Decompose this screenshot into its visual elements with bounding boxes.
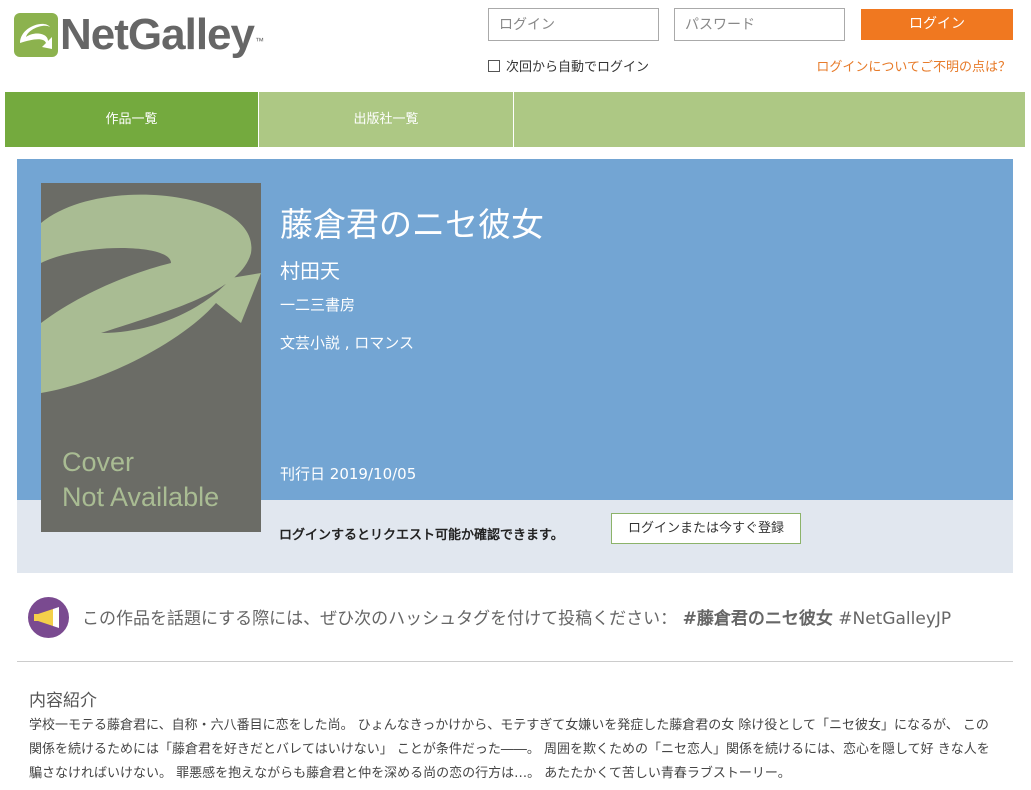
logo-wordmark: NetGalley™ bbox=[60, 10, 264, 59]
login-or-register-button[interactable]: ログインまたは今すぐ登録 bbox=[611, 513, 801, 544]
tab-publishers[interactable]: 出版社一覧 bbox=[259, 92, 514, 147]
date-value: 2019/10/05 bbox=[329, 465, 417, 483]
description-body: 学校一モテる藤倉君に、自称・六八番目に恋をした尚。 ひょんなきっかけから、モテす… bbox=[29, 718, 990, 781]
netgalley-logo[interactable]: NetGalley™ bbox=[14, 10, 264, 60]
description-heading: 内容紹介 bbox=[29, 691, 97, 711]
request-note: ログインするとリクエスト可能か確認できます。 bbox=[279, 528, 564, 543]
checkbox-icon[interactable] bbox=[488, 59, 500, 72]
site-header: NetGalley™ ログイン 次回から自動でログイン ログインについてご不明の… bbox=[0, 0, 1031, 92]
book-cover: Cover Not Available bbox=[41, 183, 261, 532]
date-label: 刊行日 bbox=[280, 465, 326, 483]
megaphone-icon bbox=[28, 597, 69, 638]
username-input[interactable] bbox=[488, 8, 659, 41]
book-publisher[interactable]: 一二三書房 bbox=[280, 294, 355, 315]
login-button[interactable]: ログイン bbox=[861, 9, 1013, 40]
book-genre: 文芸小説 , ロマンス bbox=[280, 334, 415, 352]
main-nav: 作品一覧 出版社一覧 bbox=[5, 92, 1025, 147]
tab-titles[interactable]: 作品一覧 bbox=[5, 92, 259, 147]
netgalley-logo-icon bbox=[14, 13, 58, 57]
hashtag-title: #藤倉君のニセ彼女 bbox=[682, 609, 833, 629]
remember-me-checkbox[interactable]: 次回から自動でログイン bbox=[488, 56, 649, 75]
cover-not-available-text: Cover Not Available bbox=[62, 447, 220, 512]
login-help-link[interactable]: ログインについてご不明の点は？ bbox=[816, 56, 1011, 75]
password-input[interactable] bbox=[674, 8, 845, 41]
hashtag-prompt: この作品を話題にする際には、ぜひ次のハッシュタグを付けて投稿ください： #藤倉君… bbox=[82, 604, 951, 629]
publication-date: 刊行日 2019/10/05 bbox=[280, 463, 416, 484]
section-divider bbox=[17, 661, 1013, 662]
book-title: 藤倉君のニセ彼女 bbox=[280, 205, 544, 244]
hashtag-netgalley: #NetGalleyJP bbox=[838, 609, 952, 629]
hashtag-text: この作品を話題にする際には、ぜひ次のハッシュタグを付けて投稿ください： bbox=[82, 609, 678, 629]
book-author[interactable]: 村田天 bbox=[280, 255, 340, 284]
remember-me-label: 次回から自動でログイン bbox=[506, 60, 650, 75]
